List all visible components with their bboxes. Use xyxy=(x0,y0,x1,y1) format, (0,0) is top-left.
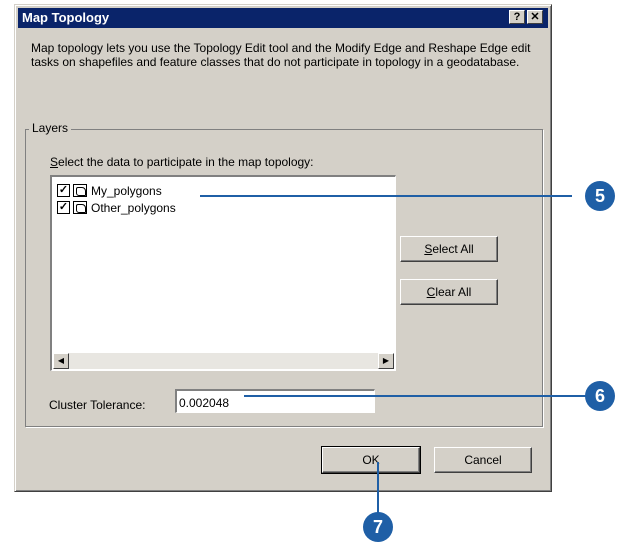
scroll-right-arrow-icon[interactable]: ▶ xyxy=(378,353,394,369)
title-bar[interactable]: Map Topology ? ✕ xyxy=(18,8,548,28)
map-topology-dialog: Map Topology ? ✕ Map topology lets you u… xyxy=(14,4,552,492)
cluster-tolerance-label: Cluster Tolerance: xyxy=(49,398,146,412)
select-data-label: Select the data to participate in the ma… xyxy=(50,155,314,169)
select-all-button[interactable]: Select All xyxy=(400,236,498,262)
horizontal-scrollbar[interactable]: ◀ ▶ xyxy=(53,353,394,369)
layers-listbox[interactable]: ✓ My_polygons ✓ Other_polygons ◀ ▶ xyxy=(50,175,396,371)
checkbox-my-polygons[interactable]: ✓ xyxy=(57,184,70,197)
callout-line-6 xyxy=(244,395,586,397)
clear-all-button[interactable]: Clear All xyxy=(400,279,498,305)
dialog-description: Map topology lets you use the Topology E… xyxy=(31,41,531,69)
checkbox-other-polygons[interactable]: ✓ xyxy=(57,201,70,214)
layer-name: Other_polygons xyxy=(91,201,176,215)
polygon-layer-icon xyxy=(73,184,87,197)
polygon-layer-icon xyxy=(73,201,87,214)
callout-line-5 xyxy=(200,195,572,197)
callout-badge-5: 5 xyxy=(585,181,615,211)
cancel-button[interactable]: Cancel xyxy=(434,447,532,473)
ok-button[interactable]: OK xyxy=(321,446,421,474)
help-button[interactable]: ? xyxy=(509,10,525,24)
callout-line-7 xyxy=(377,462,379,514)
layer-name: My_polygons xyxy=(91,184,162,198)
dialog-title: Map Topology xyxy=(22,10,110,25)
cluster-tolerance-input[interactable] xyxy=(175,389,375,413)
callout-badge-7: 7 xyxy=(363,512,393,542)
close-button[interactable]: ✕ xyxy=(527,10,543,24)
layers-group-label: Layers xyxy=(29,121,72,135)
scroll-left-arrow-icon[interactable]: ◀ xyxy=(53,353,69,369)
callout-badge-6: 6 xyxy=(585,381,615,411)
